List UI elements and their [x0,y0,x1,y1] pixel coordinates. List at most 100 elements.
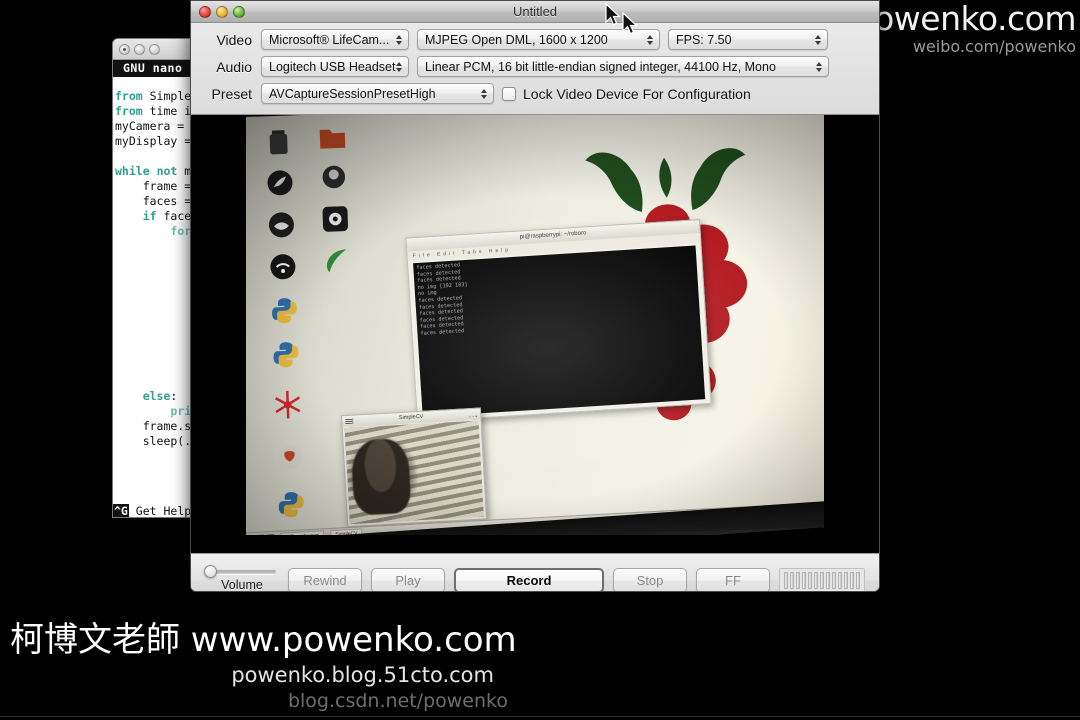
preset-select[interactable]: AVCaptureSessionPresetHigh [261,83,494,104]
video-label: Video [216,31,252,48]
video-format-value: MJPEG Open DML, 1600 x 1200 [425,32,608,47]
volume-slider[interactable] [204,564,276,578]
video-fps-value: FPS: 7.50 [676,32,732,47]
watermark-top-right-sub: weibo.com/powenko [912,37,1076,56]
terminal-line: faces detected [416,268,461,278]
terminal-line: faces detected [420,328,465,337]
preset-value: AVCaptureSessionPresetHigh [269,86,436,101]
pi-store-icon[interactable] [320,203,351,234]
pi-taskbar: pi@raspberrypi SimpleCV [246,501,824,535]
terminal-line: faces detected [419,314,464,324]
bottom-divider [0,716,1080,717]
screen-root: powenko.com weibo.com/powenko GNU nano f… [0,0,1080,720]
level-meter-segment [790,572,794,589]
level-meter-segment [832,572,836,589]
audio-device-value: Logitech USB Headset [269,59,396,74]
watermark-bottom-line2: powenko.blog.51cto.com [231,663,494,687]
midori-browser-icon[interactable] [264,167,295,198]
pi-terminal-window: pi@raspberrypi: ~/roboro File Edit Tabs … [405,219,712,423]
preset-settings-row: Preset AVCaptureSessionPresetHigh Lock V… [199,83,871,104]
wolfram-icon[interactable] [274,441,305,472]
terminal-line: faces detected [419,308,464,318]
desktop-icon-column [257,121,381,525]
mathematica-icon[interactable] [272,389,303,420]
chevron-updown-icon [396,61,402,72]
taskbar-item-simplecv: SimpleCV [330,528,363,535]
level-meter-segment [856,572,860,589]
audio-format-value: Linear PCM, 16 bit little-endian signed … [425,59,776,74]
rewind-button[interactable]: Rewind [288,568,362,591]
chevron-updown-icon [815,34,821,45]
level-meter-segment [802,572,806,589]
video-fps-select[interactable]: FPS: 7.50 [668,29,828,50]
nano-zoom-button[interactable] [149,43,160,55]
pi-terminal-menubar: File Edit Tabs Help [407,233,701,262]
taskbar-item-terminal: pi@raspberrypi [280,530,325,535]
taskbar-launcher-icon [256,533,265,535]
chevron-updown-icon [481,88,487,99]
video-preview-area: pi@raspberrypi: ~/roboro File Edit Tabs … [191,115,879,553]
chevron-updown-icon [816,61,822,72]
audio-settings-row: Audio Logitech USB Headset Linear PCM, 1… [199,56,871,77]
nano-minimize-button[interactable] [134,43,145,55]
terminal-line: no img [417,290,437,298]
simplecv-titlebar: SimpleCV ▫ ▫ ▪ [342,408,481,428]
level-meter-segment [850,572,854,589]
python-games-icon[interactable] [270,339,301,370]
terminal-line: faces detected [417,275,462,285]
window-title: Untitled [512,4,558,19]
watermark-bottom: 柯博文老師 www.powenko.com powenko.blog.51cto… [0,619,560,720]
volume-label: Volume [221,577,263,592]
folder-icon[interactable] [317,121,348,152]
audio-format-select[interactable]: Linear PCM, 16 bit little-endian signed … [417,56,829,77]
lock-video-device-checkbox-row[interactable]: Lock Video Device For Configuration [502,86,751,102]
watermark-bottom-line1: 柯博文老師 www.powenko.com [10,619,517,660]
debian-reference-icon[interactable] [318,161,349,192]
idle-python-icon[interactable] [276,489,307,520]
window-buttons-icon: ▫ ▫ ▪ [469,413,478,421]
terminal-line: faces detected [419,321,464,331]
chevron-updown-icon [396,34,402,45]
simplecv-title: SimpleCV [398,413,424,422]
volume-slider-knob[interactable] [204,564,217,578]
nano-key-get-help[interactable]: ^G [113,504,129,517]
simplecv-window: SimpleCV ▫ ▫ ▪ [340,407,488,528]
chevron-updown-icon [647,34,653,45]
level-meter-segment [838,572,842,589]
video-device-select[interactable]: Microsoft® LifeCam... [261,29,409,50]
raspberry-logo-icon [585,148,748,421]
level-meter-segment [844,572,848,589]
simplecv-webcam-image [344,420,484,525]
video-settings-row: Video Microsoft® LifeCam... MJPEG Open D… [199,29,871,50]
menu-icon [345,418,354,425]
pi-terminal-screen: faces detected faces detected faces dete… [413,245,706,417]
trash-icon[interactable] [263,127,294,158]
record-button[interactable]: Record [454,568,604,591]
capture-settings-panel: Video Microsoft® LifeCam... MJPEG Open D… [191,23,879,115]
level-meter-segment [814,572,818,589]
level-meter-segment [820,572,824,589]
capture-window-titlebar[interactable]: Untitled [191,1,879,23]
volume-slider-group[interactable]: Volume [204,564,279,592]
nano-close-button[interactable] [119,43,130,55]
pi-terminal-title: pi@raspberrypi: ~/roboro [406,220,700,252]
audio-label: Audio [216,58,252,75]
idle3-python-icon[interactable] [269,295,300,326]
watermark-top-right: powenko.com weibo.com/powenko [854,0,1080,55]
level-meter-segment [784,572,788,589]
terminal-line: faces detected [418,301,463,311]
scratch-icon[interactable] [266,209,297,240]
camera-photo: pi@raspberrypi: ~/roboro File Edit Tabs … [246,115,824,535]
watermark-top-right-main: powenko.com [853,0,1077,38]
transport-controls: Volume Rewind Play Record Stop FF [191,553,879,592]
terminal-line: no img [192 183] [417,281,468,291]
lock-video-device-checkbox[interactable] [502,86,516,101]
leafpad-icon[interactable] [321,245,352,276]
audio-device-select[interactable]: Logitech USB Headset [261,56,409,77]
ff-button[interactable]: FF [696,568,770,591]
play-button[interactable]: Play [371,568,445,591]
level-meter-segment [826,572,830,589]
stop-button[interactable]: Stop [613,568,687,591]
video-capture-window[interactable]: Untitled Video Microsoft® LifeCam... MJP… [190,0,880,592]
wifi-config-icon[interactable] [267,251,298,282]
